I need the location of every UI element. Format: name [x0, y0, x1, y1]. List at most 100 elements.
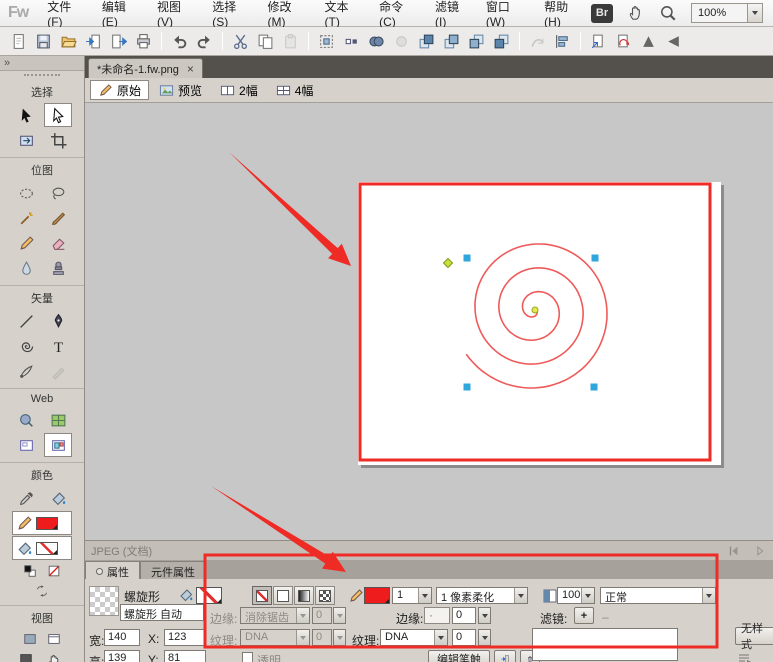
view-mode-2幅[interactable]: 2幅 [212, 80, 266, 100]
print-button[interactable] [132, 30, 155, 53]
pen-tool[interactable] [44, 309, 72, 333]
document-tab[interactable]: *未命名-1.fw.png × [88, 58, 203, 78]
cut-button[interactable] [229, 30, 252, 53]
auto-shape-control-point[interactable] [444, 259, 453, 268]
stroke-texture-amount[interactable]: 0 [452, 629, 476, 646]
lasso-tool[interactable] [44, 181, 72, 205]
spiral-center-point[interactable] [532, 307, 538, 313]
width-field[interactable]: 140 [104, 629, 140, 646]
spiral-shape-tool[interactable] [12, 334, 40, 358]
marquee-tool[interactable] [12, 181, 40, 205]
full-screen-button[interactable] [16, 649, 36, 662]
redo-button[interactable] [193, 30, 216, 53]
text-tool[interactable]: T [44, 334, 72, 358]
fill-color-swatch[interactable] [196, 587, 222, 604]
show-hotspots-tool[interactable] [44, 433, 72, 457]
import-button[interactable] [82, 30, 105, 53]
magic-wand-tool[interactable] [12, 206, 40, 230]
no-color-button[interactable] [44, 561, 64, 580]
eraser-tool[interactable] [44, 231, 72, 255]
add-filter-button[interactable]: + [574, 607, 594, 624]
selection-handle[interactable] [592, 255, 599, 262]
fill-color-well[interactable] [12, 536, 72, 560]
hand-tool[interactable] [40, 649, 68, 662]
artboard[interactable] [358, 182, 721, 465]
panel-options-icon[interactable] [737, 651, 753, 662]
pointer-tool[interactable] [12, 103, 40, 127]
export-button[interactable] [107, 30, 130, 53]
stroke-edge-slider[interactable] [424, 607, 450, 624]
undo-button[interactable] [168, 30, 191, 53]
stroke-texture-dropdown[interactable]: DNA [380, 629, 448, 646]
send-backward-button[interactable] [465, 30, 488, 53]
y-field[interactable]: 81 [164, 650, 206, 662]
send-to-back-button[interactable] [490, 30, 513, 53]
view-mode-预览[interactable]: 预览 [151, 80, 210, 100]
swap-colors-button[interactable] [32, 581, 52, 600]
view-mode-4幅[interactable]: 4幅 [268, 80, 322, 100]
brush-tool[interactable] [44, 206, 72, 230]
subselection-tool[interactable] [44, 103, 72, 127]
flip-horizontal-button[interactable] [662, 30, 685, 53]
edit-stroke-button[interactable]: 编辑笔触 [428, 650, 490, 662]
panel-collapse-button[interactable]: » [0, 56, 84, 71]
align-button[interactable] [551, 30, 574, 53]
stroke-edge-amount-dropdown[interactable] [478, 607, 491, 624]
transparent-checkbox[interactable] [242, 652, 253, 662]
hide-hotspots-tool[interactable] [12, 433, 40, 457]
pencil-tool[interactable] [12, 231, 40, 255]
bridge-button[interactable]: Br [591, 4, 613, 23]
filters-list[interactable] [532, 628, 678, 661]
height-field[interactable]: 139 [104, 650, 140, 662]
hand-icon[interactable] [627, 4, 645, 22]
object-name-field[interactable]: 螺旋形 自动 [120, 604, 204, 621]
eyedropper-tool[interactable] [12, 486, 40, 510]
blend-mode-dropdown[interactable]: 正常 [600, 587, 716, 604]
freeform-tool[interactable] [12, 359, 40, 383]
hotspot-tool[interactable] [12, 408, 40, 432]
view-mode-原始[interactable]: 原始 [90, 80, 149, 100]
bring-forward-button[interactable] [440, 30, 463, 53]
update-symbol-button[interactable] [612, 30, 635, 53]
line-tool[interactable] [12, 309, 40, 333]
selection-handle[interactable] [464, 384, 471, 391]
copy-button[interactable] [254, 30, 277, 53]
opacity-combo[interactable]: 100 [557, 587, 595, 604]
bring-to-front-button[interactable] [415, 30, 438, 53]
tab-symbol-properties[interactable]: 元件属性 [140, 561, 206, 579]
stroke-width-combo[interactable]: 1 [392, 587, 432, 604]
selection-handle[interactable] [464, 255, 471, 262]
fill-gradient-button[interactable] [294, 586, 314, 605]
standard-screen-button[interactable] [20, 629, 40, 648]
full-screen-menus-button[interactable] [44, 629, 64, 648]
selection-handle[interactable] [591, 384, 598, 391]
snap-button[interactable] [315, 30, 338, 53]
fill-pattern-button[interactable] [315, 586, 335, 605]
union-button[interactable] [365, 30, 388, 53]
stroke-edge-amount[interactable]: 0 [452, 607, 476, 624]
style-button[interactable]: 无样式 [735, 627, 773, 645]
stroke-color-well[interactable] [12, 511, 72, 535]
stroke-texture-amount-dropdown[interactable] [478, 629, 491, 646]
default-colors-button[interactable] [20, 561, 40, 580]
stroke-type-dropdown[interactable]: 1 像素柔化 [436, 587, 528, 604]
crop-tool[interactable] [44, 128, 72, 152]
spiral-shape[interactable] [466, 244, 607, 388]
next-page-icon[interactable] [753, 544, 767, 558]
blur-tool[interactable] [12, 256, 40, 280]
open-button[interactable] [57, 30, 80, 53]
fill-none-button[interactable] [252, 586, 272, 605]
anchors-button[interactable] [340, 30, 363, 53]
tab-properties[interactable]: 属性 [85, 561, 140, 579]
export-symbol-button[interactable] [587, 30, 610, 53]
save-button[interactable] [32, 30, 55, 53]
previous-page-icon[interactable] [727, 544, 741, 558]
rubber-stamp-tool[interactable] [44, 256, 72, 280]
close-icon[interactable]: × [187, 63, 194, 75]
export-area-tool[interactable] [12, 128, 40, 152]
flip-vertical-button[interactable] [637, 30, 660, 53]
stroke-color-swatch[interactable] [364, 587, 390, 604]
magnifier-icon[interactable] [659, 4, 677, 22]
zoom-level-dropdown[interactable]: 100% [691, 3, 763, 23]
paint-bucket-tool[interactable] [44, 486, 72, 510]
